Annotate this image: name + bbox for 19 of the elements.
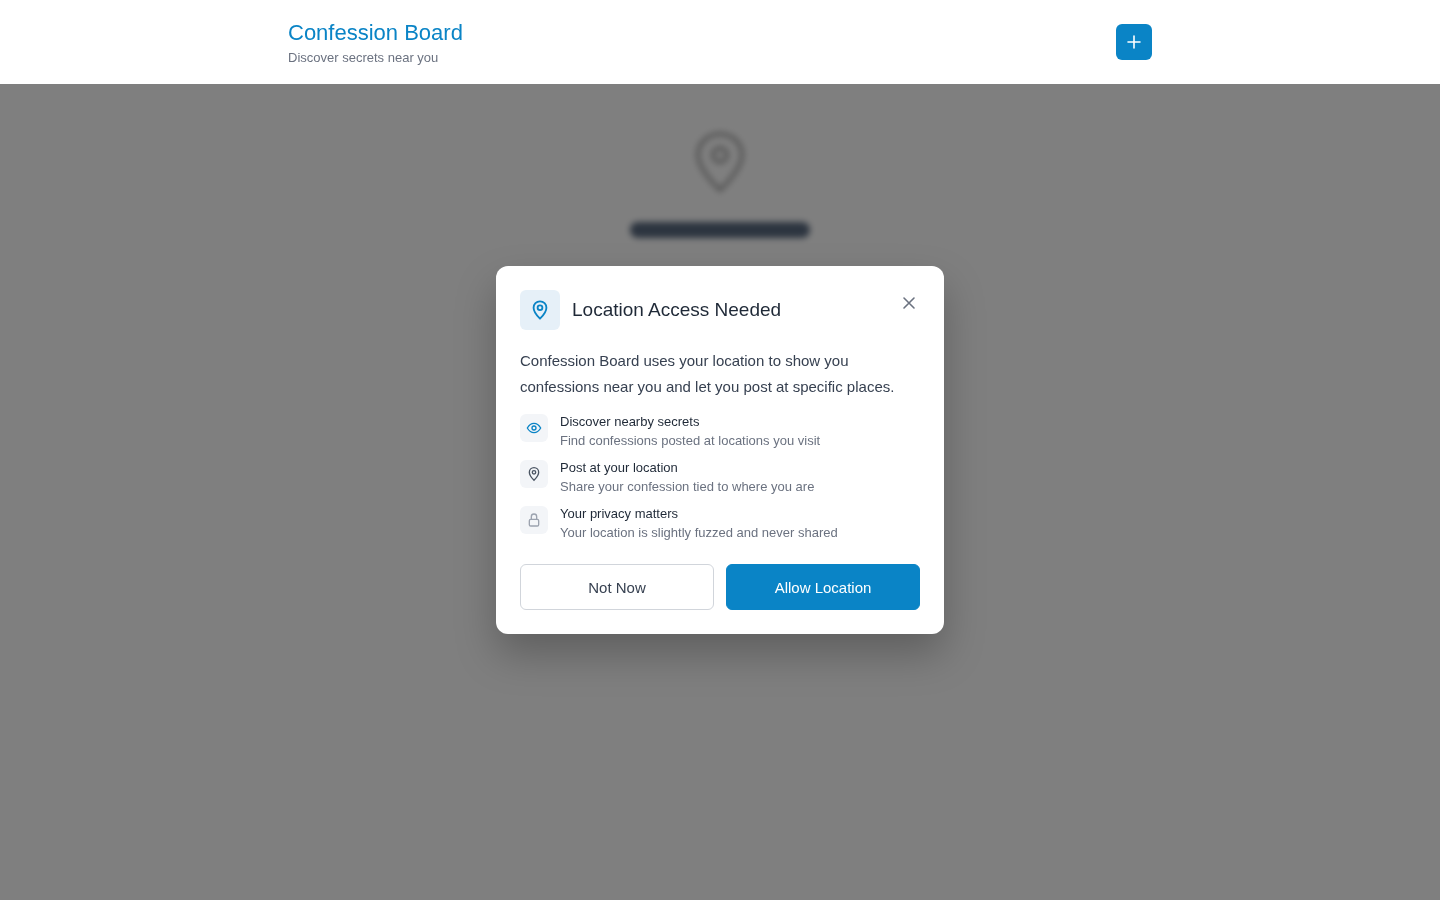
app-title: Confession Board (288, 19, 463, 46)
feature-title: Discover nearby secrets (560, 414, 701, 429)
feature-description: Your location is slightly fuzzed and never shared (560, 525, 838, 540)
feature-title: Your privacy matters (560, 506, 679, 521)
app-subtitle: Discover secrets near you (288, 49, 440, 65)
lock-icon (520, 506, 548, 534)
dialog-message: Confession Board uses your location to show you confessions near you and let you post at specific places. (520, 351, 896, 397)
add-button[interactable] (1116, 24, 1152, 60)
location-pin-icon (520, 460, 548, 488)
feature-description: Share your confession tied to where you are (560, 479, 815, 494)
allow-location-button[interactable]: Allow Location (726, 564, 920, 610)
close-icon (902, 296, 916, 310)
dialog-title: Location Access Needed (572, 299, 783, 321)
feature-title: Post at your location (560, 460, 679, 475)
plus-icon (1126, 34, 1142, 50)
feature-description: Find confessions posted at locations you visit (560, 433, 821, 448)
not-now-button[interactable]: Not Now (520, 564, 714, 610)
location-pin-icon (520, 290, 560, 330)
eye-icon (520, 414, 548, 442)
